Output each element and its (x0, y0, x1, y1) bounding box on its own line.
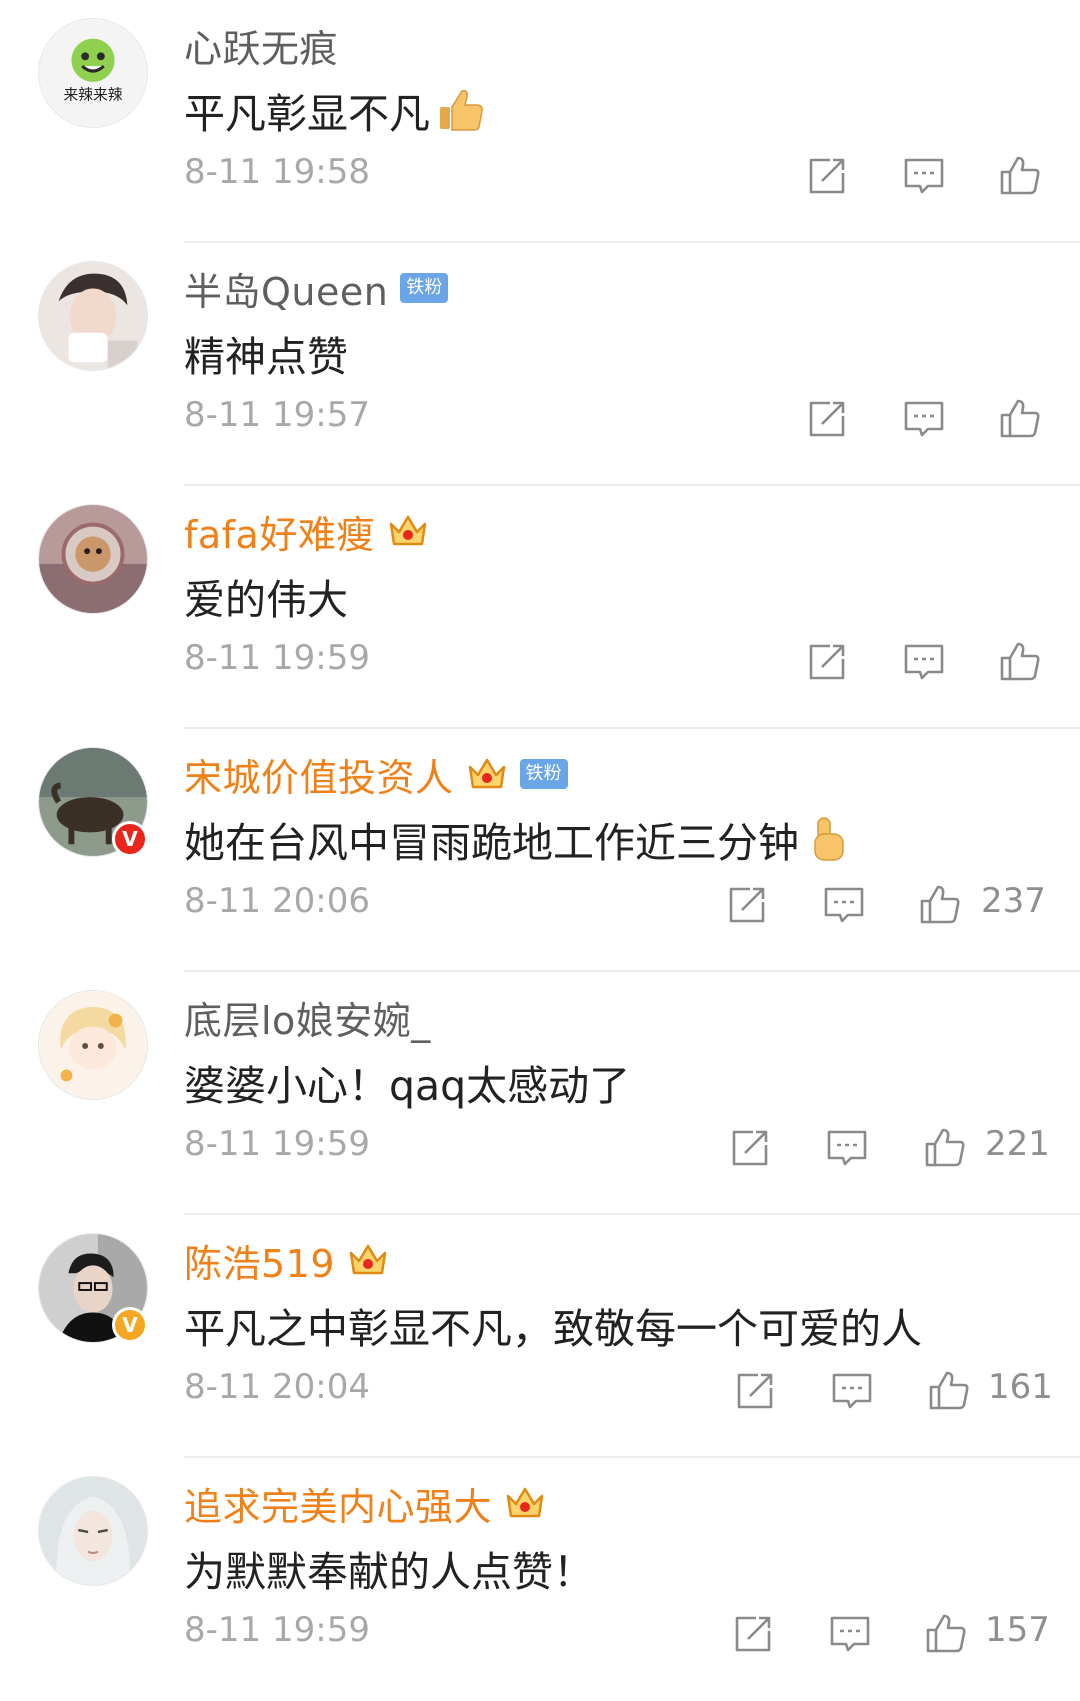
user-name-row: fafa好难瘦 (184, 504, 429, 558)
comment-item: V 陈浩519 平凡之中彰显不凡，致敬每一个可爱的人 8-11 20:04 16… (0, 1215, 1080, 1458)
user-name[interactable]: fafa好难瘦 (184, 504, 375, 559)
like-count: 221 (985, 1124, 1050, 1164)
comment-text: 为默默奉献的人点赞！ (184, 1548, 594, 1596)
comment-text-row: 平凡彰显不凡 (184, 80, 486, 140)
avatar[interactable] (38, 1476, 148, 1586)
comment-item: 半岛Queen 铁粉 精神点赞 8-11 19:57 (0, 243, 1080, 486)
comment-text-row: 爱的伟大 (184, 566, 348, 626)
comment-icon[interactable] (829, 1613, 871, 1655)
thumbs-up-icon[interactable] (919, 884, 961, 926)
comment-text: 爱的伟大 (184, 576, 348, 624)
comment-list: 来辣来辣 心跃无痕 平凡彰显不凡 8-11 19:58 半岛Queen 铁粉 精… (0, 0, 1080, 1701)
thumbs-up-icon[interactable] (999, 155, 1041, 197)
comment-text-row: 为默默奉献的人点赞！ (184, 1538, 594, 1598)
user-name[interactable]: 追求完美内心强大 (184, 1476, 492, 1531)
user-name-row: 陈浩519 (184, 1233, 389, 1287)
like-count: 161 (988, 1367, 1053, 1407)
comment-timestamp: 8-11 19:57 (184, 395, 370, 435)
comment-timestamp: 8-11 20:06 (184, 881, 370, 921)
tiefen-badge: 铁粉 (400, 273, 449, 303)
comment-timestamp: 8-11 19:58 (184, 152, 370, 192)
comment-text: 她在台风中冒雨跪地工作近三分钟 (184, 819, 799, 867)
repost-icon[interactable] (806, 398, 848, 440)
thumbs-up-emoji (814, 817, 844, 861)
repost-icon[interactable] (734, 1370, 776, 1412)
avatar[interactable] (38, 261, 148, 371)
comment-icon[interactable] (903, 641, 945, 683)
verified-badge: V (112, 821, 148, 857)
thumbs-up-icon[interactable] (925, 1613, 967, 1655)
repost-icon[interactable] (726, 884, 768, 926)
comment-text: 平凡彰显不凡 (184, 90, 430, 138)
vip-crown-icon (389, 515, 427, 546)
user-name[interactable]: 半岛Queen (184, 261, 388, 316)
avatar[interactable] (38, 990, 148, 1100)
comment-text-row: 她在台风中冒雨跪地工作近三分钟 (184, 809, 855, 869)
repost-icon[interactable] (732, 1613, 774, 1655)
user-name[interactable]: 底层lo娘安婉_ (184, 990, 431, 1045)
thumbs-up-icon[interactable] (928, 1370, 970, 1412)
user-name-row: 底层lo娘安婉_ (184, 990, 431, 1044)
comment-item: 追求完美内心强大 为默默奉献的人点赞！ 8-11 19:59 157 (0, 1458, 1080, 1701)
like-count: 237 (981, 881, 1046, 921)
comment-timestamp: 8-11 20:04 (184, 1367, 370, 1407)
comment-item: V 宋城价值投资人 铁粉 她在台风中冒雨跪地工作近三分钟 8-11 20:06 (0, 729, 1080, 972)
vip-crown-icon (468, 758, 505, 789)
comment-text-row: 精神点赞 (184, 323, 348, 383)
user-name-row: 半岛Queen 铁粉 (184, 261, 449, 316)
comment-icon[interactable] (903, 398, 945, 440)
user-name[interactable]: 宋城价值投资人 (184, 747, 454, 802)
thumbs-up-emoji (440, 89, 483, 131)
comment-item: 来辣来辣 心跃无痕 平凡彰显不凡 8-11 19:58 (0, 0, 1080, 243)
vip-crown-icon (506, 1487, 544, 1518)
comment-text-row: 婆婆小心！qaq太感动了 (184, 1052, 630, 1112)
repost-icon[interactable] (729, 1127, 771, 1169)
user-name-row: 心跃无痕 (184, 18, 338, 72)
user-name-row: 追求完美内心强大 (184, 1476, 546, 1530)
comment-icon[interactable] (831, 1370, 873, 1412)
comment-timestamp: 8-11 19:59 (184, 1124, 370, 1164)
comment-item: fafa好难瘦 爱的伟大 8-11 19:59 (0, 486, 1080, 729)
thumbs-up-icon[interactable] (999, 398, 1041, 440)
comment-text: 精神点赞 (184, 333, 348, 381)
user-name[interactable]: 陈浩519 (184, 1233, 335, 1288)
comment-icon[interactable] (823, 884, 865, 926)
comment-timestamp: 8-11 19:59 (184, 638, 370, 678)
avatar[interactable]: 来辣来辣 (38, 18, 148, 128)
thumbs-up-icon[interactable] (999, 641, 1041, 683)
comment-text: 婆婆小心！qaq太感动了 (184, 1062, 631, 1110)
comment-timestamp: 8-11 19:59 (184, 1610, 370, 1650)
comment-icon[interactable] (903, 155, 945, 197)
repost-icon[interactable] (806, 155, 848, 197)
user-name[interactable]: 心跃无痕 (184, 18, 338, 73)
svg-text:来辣来辣: 来辣来辣 (64, 87, 123, 104)
verified-badge: V (112, 1307, 148, 1343)
comment-text-row: 平凡之中彰显不凡，致敬每一个可爱的人 (184, 1295, 922, 1355)
vip-crown-icon (349, 1244, 387, 1275)
thumbs-up-icon[interactable] (924, 1127, 966, 1169)
comment-text: 平凡之中彰显不凡，致敬每一个可爱的人 (184, 1305, 922, 1353)
avatar[interactable] (38, 504, 148, 614)
tiefen-badge: 铁粉 (519, 759, 568, 789)
repost-icon[interactable] (806, 641, 848, 683)
user-name-row: 宋城价值投资人 铁粉 (184, 747, 568, 801)
like-count: 157 (985, 1610, 1050, 1650)
comment-icon[interactable] (826, 1127, 868, 1169)
comment-item: 底层lo娘安婉_ 婆婆小心！qaq太感动了 8-11 19:59 221 (0, 972, 1080, 1215)
